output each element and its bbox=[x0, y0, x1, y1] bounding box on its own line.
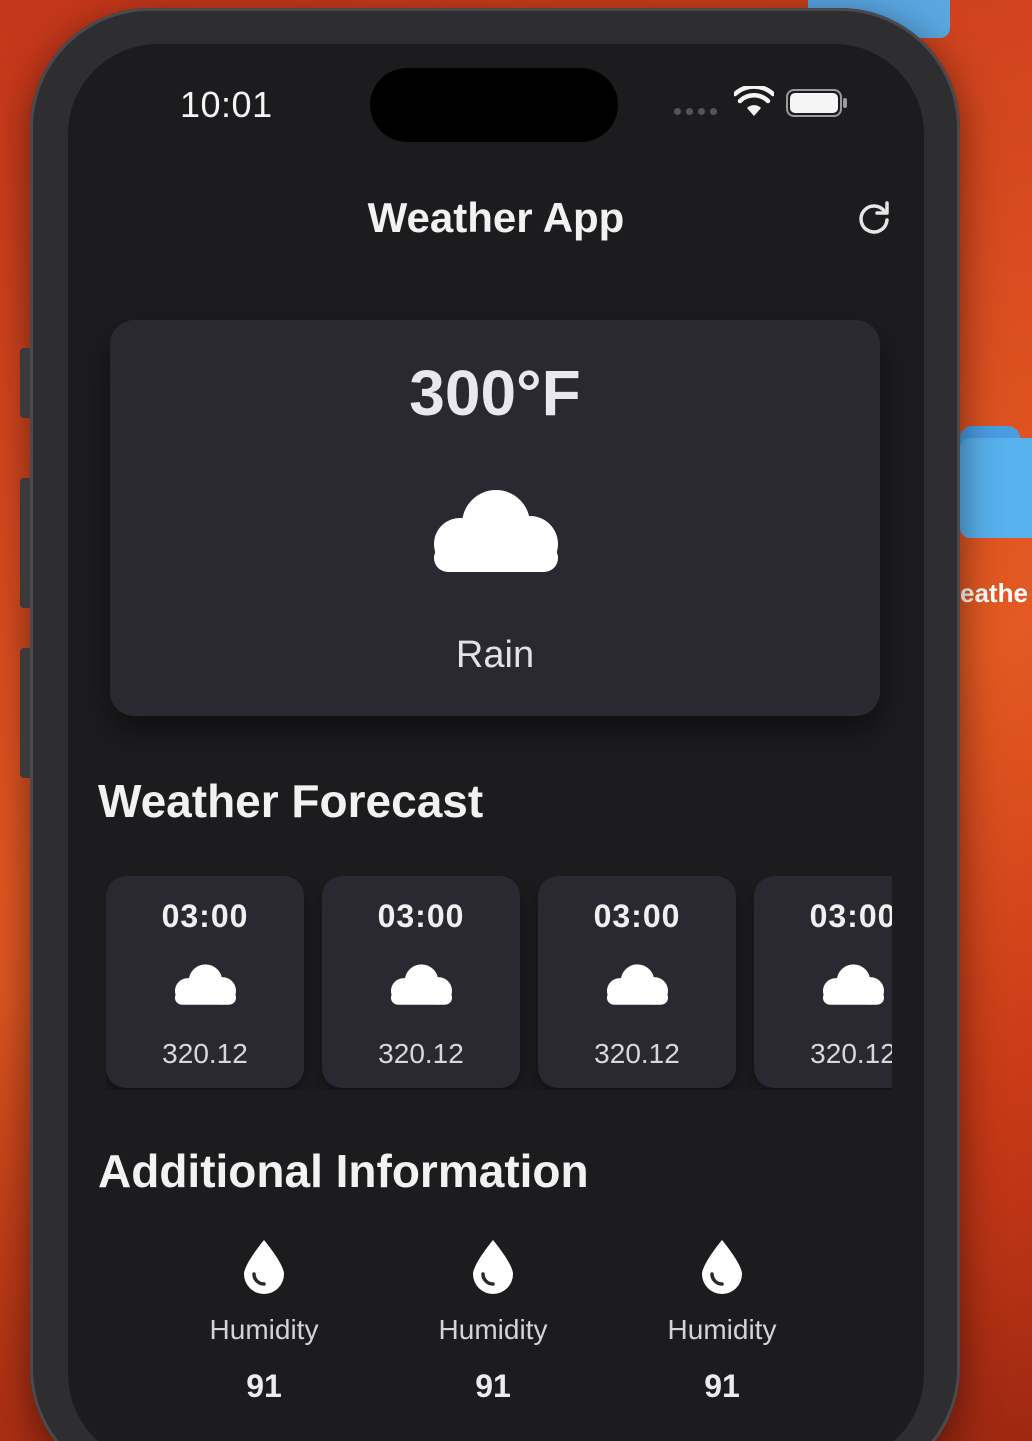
forecast-value: 320.12 bbox=[162, 1038, 248, 1069]
current-temperature: 300°F bbox=[409, 357, 581, 429]
forecast-section-title: Weather Forecast bbox=[98, 775, 484, 827]
info-value: 91 bbox=[704, 1368, 740, 1404]
phone-screen: 10:01 Weather App 300°F Rain Weather For… bbox=[68, 44, 924, 1441]
info-item-humidity: Humidity 91 bbox=[622, 1238, 822, 1405]
water-drop-icon bbox=[702, 1240, 742, 1294]
dynamic-island bbox=[370, 68, 618, 142]
forecast-card[interactable]: 03:00 320.12 bbox=[538, 876, 736, 1088]
cloud-icon bbox=[390, 964, 453, 1005]
forecast-card[interactable]: 03:00 320.12 bbox=[106, 876, 304, 1088]
forecast-value: 320.12 bbox=[810, 1038, 892, 1069]
page-title: Weather App bbox=[367, 194, 625, 241]
action-button bbox=[20, 348, 30, 418]
current-condition: Rain bbox=[455, 634, 535, 676]
forecast-value: 320.12 bbox=[594, 1038, 680, 1069]
wifi-icon bbox=[734, 86, 774, 116]
refresh-button[interactable] bbox=[854, 198, 894, 238]
forecast-time: 03:00 bbox=[593, 898, 681, 934]
status-time: 10:01 bbox=[180, 84, 273, 125]
forecast-time: 03:00 bbox=[809, 898, 892, 934]
water-drop-icon bbox=[244, 1240, 284, 1294]
volume-up-button bbox=[20, 478, 30, 608]
phone-frame: 10:01 Weather App 300°F Rain Weather For… bbox=[20, 8, 960, 1441]
cloud-icon bbox=[606, 964, 669, 1005]
refresh-icon bbox=[859, 201, 889, 234]
water-drop-icon bbox=[473, 1240, 513, 1294]
info-item-humidity: Humidity 91 bbox=[393, 1238, 593, 1405]
info-item-humidity: Humidity 91 bbox=[164, 1238, 364, 1405]
info-label: Humidity bbox=[438, 1314, 548, 1345]
volume-down-button bbox=[20, 648, 30, 778]
info-label: Humidity bbox=[667, 1314, 777, 1345]
additional-info-section-title: Additional Information bbox=[98, 1145, 589, 1197]
info-value: 91 bbox=[475, 1368, 511, 1404]
info-value: 91 bbox=[246, 1368, 282, 1404]
desktop-folder-label: eathe bbox=[960, 578, 1028, 608]
cellular-signal-icon bbox=[674, 108, 717, 115]
forecast-card[interactable]: 03:00 320.12 bbox=[322, 876, 520, 1088]
forecast-list[interactable]: 03:00 320.12 03:00 320.12 03:00 320.12 0… bbox=[106, 876, 892, 1090]
cloud-icon bbox=[174, 964, 237, 1005]
battery-icon bbox=[786, 89, 847, 117]
forecast-card[interactable]: 03:00 320.12 bbox=[754, 876, 892, 1088]
cloud-icon bbox=[822, 964, 885, 1005]
cloud-icon bbox=[434, 490, 558, 572]
desktop-folder-icon[interactable] bbox=[960, 426, 1032, 538]
current-weather-card: 300°F Rain bbox=[110, 320, 880, 716]
forecast-time: 03:00 bbox=[161, 898, 249, 934]
forecast-time: 03:00 bbox=[377, 898, 465, 934]
info-label: Humidity bbox=[209, 1314, 319, 1345]
forecast-value: 320.12 bbox=[378, 1038, 464, 1069]
